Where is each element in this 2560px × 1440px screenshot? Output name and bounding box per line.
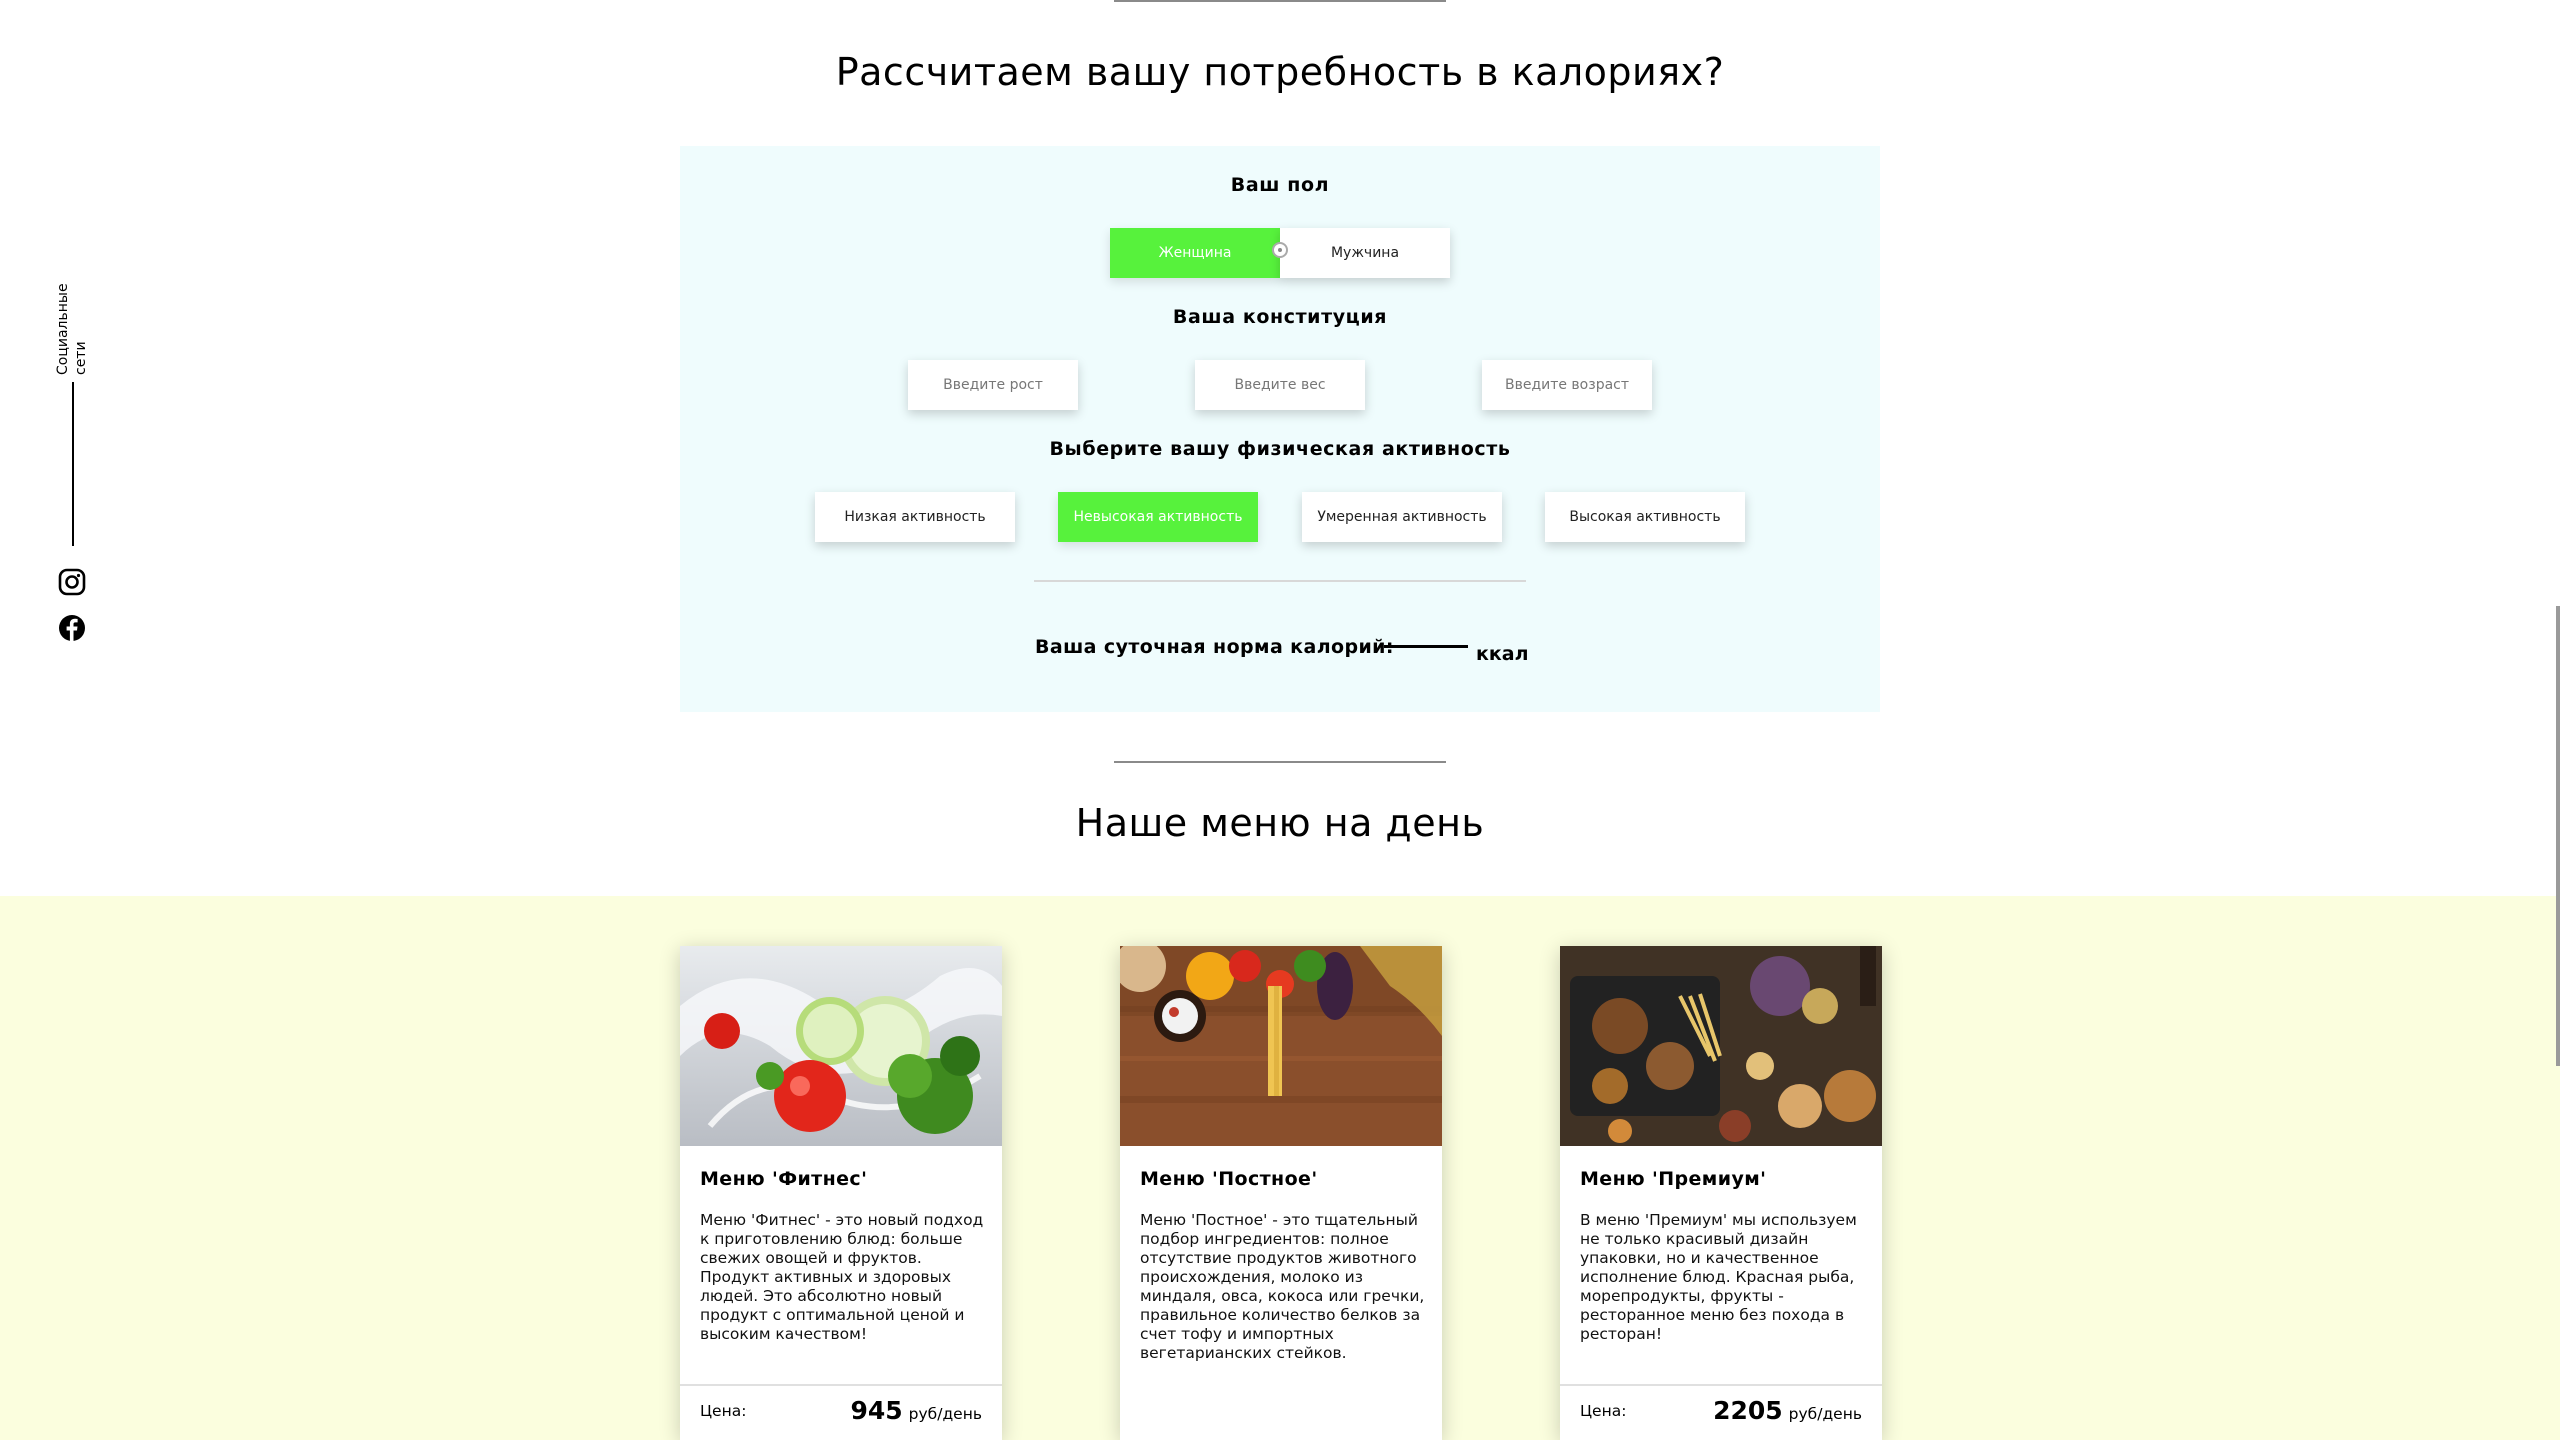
card-footer: Цена: 945 руб/день bbox=[680, 1384, 1002, 1440]
top-divider bbox=[1114, 0, 1446, 2]
result-label: Ваша суточная норма калорий: bbox=[1035, 636, 1394, 658]
gender-heading: Ваш пол bbox=[1230, 174, 1330, 196]
card-description: Меню 'Фитнес' - это новый подход к приго… bbox=[700, 1211, 984, 1343]
price-unit: руб/день bbox=[1788, 1405, 1862, 1423]
social-label: Социальные сети bbox=[54, 275, 114, 375]
card-description: В меню 'Премиум' мы используем не только… bbox=[1580, 1211, 1857, 1343]
age-input[interactable]: Введите возраст bbox=[1482, 360, 1652, 410]
result-value bbox=[1384, 620, 1468, 648]
calculator-title: Рассчитаем вашу потребность в калориях? bbox=[835, 50, 1725, 94]
result-unit: ккал bbox=[1476, 643, 1529, 665]
price: 945 руб/день bbox=[850, 1396, 982, 1425]
gender-female-button[interactable]: Женщина bbox=[1110, 228, 1280, 278]
price-amount: 945 bbox=[850, 1396, 903, 1425]
fitness-menu-image bbox=[680, 946, 1002, 1146]
card-description: Меню 'Постное' - это тщательный подбор и… bbox=[1140, 1211, 1425, 1362]
activity-low-button[interactable]: Низкая активность bbox=[815, 492, 1015, 542]
premium-menu-image bbox=[1560, 946, 1882, 1146]
card-title: Меню 'Премиум' bbox=[1580, 1168, 1767, 1190]
height-input[interactable]: Введите рост bbox=[908, 360, 1078, 410]
social-divider bbox=[72, 382, 74, 546]
card-title: Меню 'Постное' bbox=[1140, 1168, 1318, 1190]
constitution-heading: Ваша конституция bbox=[1172, 306, 1388, 328]
page: Рассчитаем вашу потребность в калориях? … bbox=[0, 0, 2560, 1440]
lenten-menu-image bbox=[1120, 946, 1442, 1146]
calculator-panel: Ваш пол Женщина Мужчина Ваша конституция… bbox=[680, 146, 1880, 712]
menu-title: Наше меню на день bbox=[1075, 801, 1485, 845]
price-label: Цена: bbox=[1580, 1402, 1627, 1420]
activity-medium-button[interactable]: Умеренная активность bbox=[1302, 492, 1502, 542]
activity-heading: Выберите вашу физическая активность bbox=[1049, 438, 1511, 460]
gender-male-button[interactable]: Мужчина bbox=[1280, 228, 1450, 278]
social-label-text: Социальные сети bbox=[55, 283, 89, 375]
price: 2205 руб/день bbox=[1713, 1396, 1862, 1425]
menu-divider bbox=[1114, 761, 1446, 763]
calculator-divider bbox=[1034, 580, 1526, 582]
gender-toggle-knob[interactable] bbox=[1272, 242, 1288, 258]
activity-moderate-low-button[interactable]: Невысокая активность bbox=[1058, 492, 1258, 542]
page-scrollbar[interactable] bbox=[2556, 606, 2560, 1066]
weight-input[interactable]: Введите вес bbox=[1195, 360, 1365, 410]
card-footer: Цена: 2205 руб/день bbox=[1560, 1384, 1882, 1440]
menu-card-premium[interactable]: Меню 'Премиум' В меню 'Премиум' мы испол… bbox=[1560, 946, 1882, 1440]
card-title: Меню 'Фитнес' bbox=[700, 1168, 868, 1190]
activity-high-button[interactable]: Высокая активность bbox=[1545, 492, 1745, 542]
price-unit: руб/день bbox=[908, 1405, 982, 1423]
instagram-icon[interactable] bbox=[58, 568, 86, 596]
menu-card-fitness[interactable]: Меню 'Фитнес' Меню 'Фитнес' - это новый … bbox=[680, 946, 1002, 1440]
menu-card-lenten[interactable]: Меню 'Постное' Меню 'Постное' - это тщат… bbox=[1120, 946, 1442, 1440]
price-amount: 2205 bbox=[1713, 1396, 1783, 1425]
facebook-icon[interactable] bbox=[58, 614, 86, 642]
price-label: Цена: bbox=[700, 1402, 747, 1420]
